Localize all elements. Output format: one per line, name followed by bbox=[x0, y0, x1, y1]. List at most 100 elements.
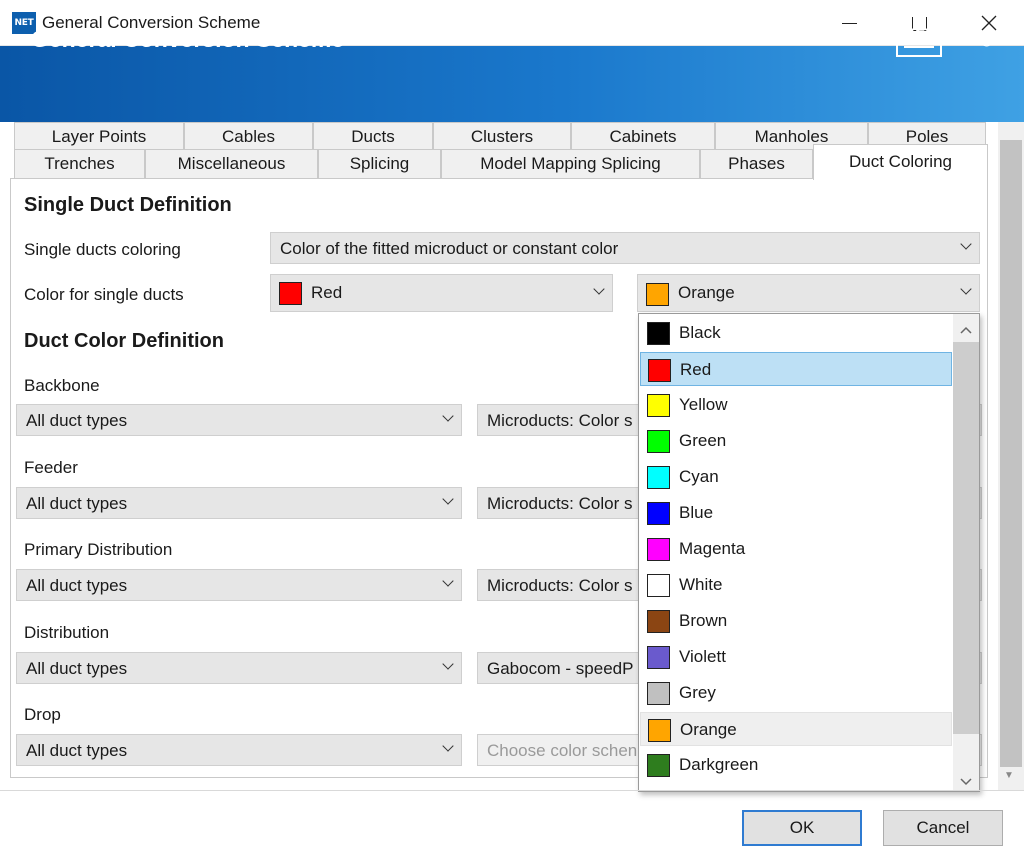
color-swatch-icon bbox=[647, 646, 670, 669]
scroll-down-icon[interactable] bbox=[959, 772, 973, 791]
color-single-ducts-label: Color for single ducts bbox=[24, 285, 184, 304]
orange-swatch-icon bbox=[646, 283, 669, 306]
dropdown-option[interactable]: Magenta bbox=[640, 532, 952, 566]
tab-duct-coloring[interactable]: Duct Coloring bbox=[813, 144, 988, 180]
primary-distribution-duct-types-select[interactable]: All duct types bbox=[16, 569, 462, 601]
color-dropdown-list: Black Red Yellow Green Cyan Blue Magenta White B… bbox=[638, 313, 980, 792]
logo-suffix: Design bbox=[948, 28, 1001, 47]
option-label: White bbox=[679, 575, 723, 594]
chevron-down-icon bbox=[442, 493, 454, 505]
drop-duct-types-select[interactable]: All duct types bbox=[16, 734, 462, 766]
duct-color-section-title: Duct Color Definition bbox=[24, 330, 224, 352]
logo-text: NET bbox=[901, 24, 937, 44]
option-label: Violett bbox=[679, 647, 726, 666]
tab-cables[interactable]: Cables bbox=[184, 122, 313, 149]
single-duct-section-title: Single Duct Definition bbox=[24, 194, 232, 216]
chevron-down-icon bbox=[442, 575, 454, 587]
logo-underline bbox=[904, 45, 934, 48]
tab-phases[interactable]: Phases bbox=[700, 149, 813, 179]
feeder-duct-types-select[interactable]: All duct types bbox=[16, 487, 462, 519]
chevron-down-icon bbox=[593, 283, 605, 295]
select-value: Gabocom - speedP bbox=[487, 659, 634, 678]
color-swatch-icon bbox=[647, 682, 670, 705]
row-label-feeder: Feeder bbox=[24, 458, 78, 477]
minimize-icon bbox=[841, 22, 857, 24]
chevron-down-icon bbox=[442, 658, 454, 670]
tab-cabinets[interactable]: Cabinets bbox=[571, 122, 715, 149]
color-swatch-icon bbox=[647, 466, 670, 489]
dropdown-option[interactable]: Violett bbox=[640, 640, 952, 674]
color-swatch-icon bbox=[648, 359, 671, 382]
dropdown-option[interactable]: Brown bbox=[640, 604, 952, 638]
select-value: All duct types bbox=[26, 411, 128, 430]
tab-layer-points[interactable]: Layer Points bbox=[14, 122, 184, 149]
dropdown-scrollbar-thumb[interactable] bbox=[953, 342, 979, 734]
red-swatch-icon bbox=[279, 282, 302, 305]
tab-trenches[interactable]: Trenches bbox=[14, 149, 145, 179]
minimize-button[interactable] bbox=[814, 0, 884, 46]
single-duct-color-select-2[interactable]: Orange bbox=[637, 274, 980, 312]
select-value: All duct types bbox=[26, 741, 128, 760]
row-label-distribution: Distribution bbox=[24, 623, 110, 642]
select-value: All duct types bbox=[26, 494, 128, 513]
dropdown-option[interactable]: Green bbox=[640, 424, 952, 458]
net-logo: NET bbox=[896, 15, 942, 57]
tab-miscellaneous[interactable]: Miscellaneous bbox=[145, 149, 318, 179]
select-value: Red bbox=[311, 283, 343, 302]
option-label: Brown bbox=[679, 611, 728, 630]
tab-model-mapping-splicing[interactable]: Model Mapping Splicing bbox=[441, 149, 700, 179]
dropdown-option[interactable]: Darkgreen bbox=[640, 748, 952, 782]
dropdown-option[interactable]: Red bbox=[640, 352, 952, 386]
option-label: Black bbox=[679, 323, 721, 342]
scroll-up-icon[interactable] bbox=[959, 320, 973, 340]
chevron-down-icon bbox=[960, 283, 972, 295]
option-label: Red bbox=[680, 360, 712, 379]
chevron-down-icon bbox=[442, 410, 454, 422]
option-label: Blue bbox=[679, 503, 714, 522]
select-value: Microducts: Color s bbox=[487, 411, 633, 430]
select-value: Microducts: Color s bbox=[487, 576, 633, 595]
header-title: General Conversion Scheme bbox=[31, 26, 345, 52]
backbone-duct-types-select[interactable]: All duct types bbox=[16, 404, 462, 436]
tab-clusters[interactable]: Clusters bbox=[433, 122, 571, 149]
dropdown-option[interactable]: Grey bbox=[640, 676, 952, 710]
dropdown-option[interactable]: Yellow bbox=[640, 388, 952, 422]
dropdown-option[interactable]: Black bbox=[640, 316, 952, 350]
color-swatch-icon bbox=[647, 538, 670, 561]
row-label-primary-distribution: Primary Distribution bbox=[24, 540, 173, 559]
option-label: Cyan bbox=[679, 467, 719, 486]
color-swatch-icon bbox=[647, 430, 670, 453]
select-value: All duct types bbox=[26, 659, 128, 678]
option-label: Yellow bbox=[679, 395, 728, 414]
select-value: Orange bbox=[678, 283, 735, 302]
scroll-down-arrow-icon[interactable]: ▼ bbox=[1004, 770, 1014, 781]
color-swatch-icon bbox=[647, 502, 670, 525]
main-scrollbar-thumb[interactable] bbox=[1000, 140, 1022, 767]
chevron-down-icon bbox=[442, 740, 454, 752]
distribution-duct-types-select[interactable]: All duct types bbox=[16, 652, 462, 684]
color-swatch-icon bbox=[647, 754, 670, 777]
row-label-drop: Drop bbox=[24, 705, 61, 724]
single-duct-color-select-1[interactable]: Red bbox=[270, 274, 613, 312]
tab-splicing[interactable]: Splicing bbox=[318, 149, 441, 179]
single-ducts-coloring-select[interactable]: Color of the fitted microduct or constan… bbox=[270, 232, 980, 264]
footer-divider bbox=[0, 790, 1024, 791]
ok-button[interactable]: OK bbox=[742, 810, 862, 846]
single-ducts-coloring-label: Single ducts coloring bbox=[24, 240, 181, 259]
tab-ducts[interactable]: Ducts bbox=[313, 122, 433, 149]
color-swatch-icon bbox=[647, 610, 670, 633]
chevron-down-icon bbox=[960, 238, 972, 250]
row-label-backbone: Backbone bbox=[24, 376, 100, 395]
color-swatch-icon bbox=[647, 322, 670, 345]
dropdown-option[interactable]: White bbox=[640, 568, 952, 602]
cancel-button[interactable]: Cancel bbox=[883, 810, 1003, 846]
select-value: All duct types bbox=[26, 576, 128, 595]
select-value: Microducts: Color s bbox=[487, 494, 633, 513]
dropdown-option[interactable]: Orange bbox=[640, 712, 952, 746]
select-placeholder: Choose color schen bbox=[487, 741, 638, 760]
option-label: Green bbox=[679, 431, 727, 450]
dropdown-option[interactable]: Cyan bbox=[640, 460, 952, 494]
banner-header bbox=[0, 46, 1024, 122]
dropdown-option[interactable]: Blue bbox=[640, 496, 952, 530]
option-label: Grey bbox=[679, 683, 716, 702]
